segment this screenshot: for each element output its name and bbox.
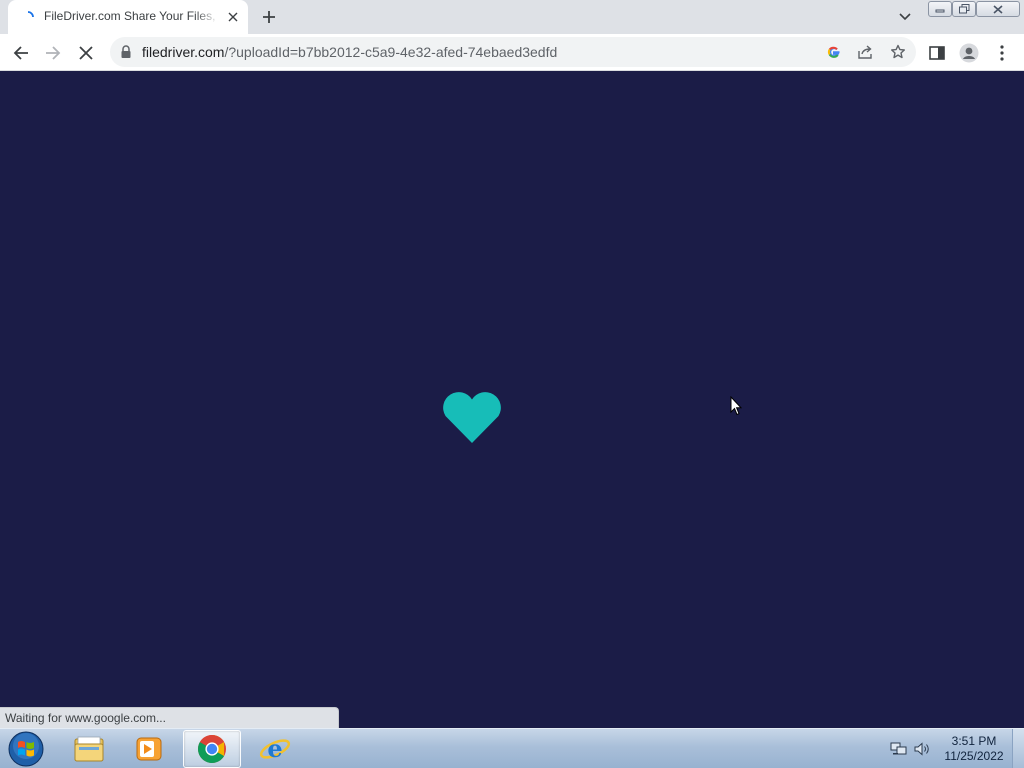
windows-taskbar: e 3:51 PM 11/25/2022 [0, 728, 1024, 768]
new-tab-button[interactable] [258, 6, 280, 28]
google-g-icon [827, 46, 840, 58]
taskbar-chrome[interactable] [183, 730, 241, 768]
taskbar-internet-explorer[interactable]: e [246, 730, 304, 768]
url-path: /?uploadId=b7bb2012-c5a9-4e32-afed-74eba… [224, 44, 558, 60]
restore-icon [958, 4, 969, 14]
mouse-cursor-icon [730, 396, 742, 416]
more-vertical-icon [1000, 45, 1004, 61]
status-bubble: Waiting for www.google.com... [0, 707, 339, 728]
chrome-menu-button[interactable] [988, 39, 1016, 67]
avatar-icon [959, 43, 979, 63]
page-content [0, 71, 1024, 728]
start-orb[interactable] [6, 730, 46, 768]
minimize-window-button[interactable] [928, 1, 952, 17]
plus-icon [263, 11, 275, 23]
internet-explorer-icon: e [259, 734, 291, 763]
taskbar-explorer[interactable] [60, 730, 118, 768]
minimize-icon [935, 9, 945, 13]
svg-text:e: e [267, 734, 282, 763]
folder-icon [74, 736, 104, 762]
chrome-icon [198, 735, 226, 763]
arrow-left-icon [13, 46, 28, 60]
close-icon [993, 4, 1003, 14]
address-bar[interactable]: filedriver.com/?uploadId=b7bb2012-c5a9-4… [110, 37, 916, 67]
browser-tab[interactable]: FileDriver.com Share Your Files, Q [8, 0, 248, 34]
arrow-right-icon [46, 46, 61, 60]
taskbar-media-player[interactable] [120, 730, 178, 768]
tab-close-button[interactable] [224, 8, 242, 26]
tab-search-button[interactable] [894, 6, 916, 28]
close-window-button[interactable] [976, 1, 1020, 17]
profile-button[interactable] [955, 39, 983, 67]
clock-time: 3:51 PM [951, 734, 997, 748]
url-host: filedriver.com [142, 44, 225, 60]
share-button[interactable] [856, 42, 876, 62]
tab-title: FileDriver.com Share Your Files, Q [44, 9, 219, 23]
star-icon [891, 44, 905, 59]
show-desktop-button[interactable] [1012, 729, 1024, 768]
close-icon [79, 46, 93, 60]
browser-toolbar: filedriver.com/?uploadId=b7bb2012-c5a9-4… [0, 34, 1024, 71]
close-icon [228, 12, 238, 22]
side-panel-icon [929, 46, 945, 60]
clock-date: 11/25/2022 [944, 749, 1004, 763]
restore-window-button[interactable] [952, 1, 976, 17]
media-player-icon [136, 737, 162, 761]
status-text: Waiting for www.google.com... [5, 711, 166, 725]
side-panel-button[interactable] [923, 39, 951, 67]
bookmark-button[interactable] [888, 42, 908, 62]
back-button[interactable] [7, 39, 35, 67]
network-icon[interactable] [890, 741, 908, 757]
share-icon [858, 45, 872, 59]
loading-spinner-icon [27, 11, 34, 18]
volume-icon[interactable] [913, 741, 931, 757]
system-clock[interactable]: 3:51 PM 11/25/2022 [938, 734, 1010, 764]
chevron-down-icon [899, 13, 911, 21]
lock-icon[interactable] [120, 45, 132, 59]
forward-button[interactable] [39, 39, 67, 67]
heart-icon [443, 392, 501, 443]
url-text[interactable]: filedriver.com/?uploadId=b7bb2012-c5a9-4… [142, 44, 557, 60]
tab-strip: FileDriver.com Share Your Files, Q [0, 0, 1024, 34]
google-lens-button[interactable] [824, 42, 844, 62]
stop-loading-button[interactable] [72, 39, 100, 67]
